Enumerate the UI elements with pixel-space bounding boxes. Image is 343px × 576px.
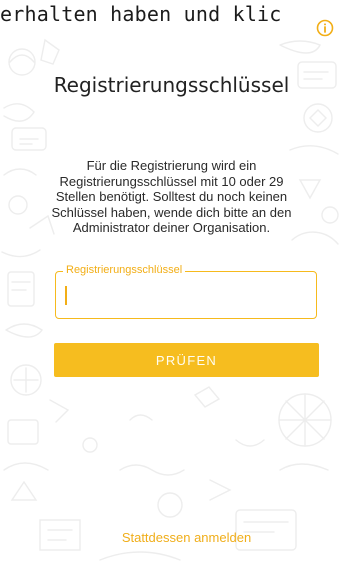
pruefen-button[interactable]: PRÜFEN [54, 343, 319, 377]
registration-key-field[interactable]: Registrierungsschlüssel [55, 263, 317, 319]
page-title: Registrierungsschlüssel [53, 73, 290, 97]
registration-key-label: Registrierungsschlüssel [63, 263, 186, 277]
alt-login-link[interactable]: Stattdessen anmelden [0, 530, 343, 545]
banner-text: erhalten haben und klic [0, 2, 282, 26]
registration-description: Für die Registrierung wird ein Registrie… [51, 158, 292, 235]
top-instruction-banner: erhalten haben und klic [0, 0, 343, 42]
text-caret [65, 286, 67, 305]
registration-key-input[interactable] [64, 285, 304, 305]
info-icon[interactable] [316, 19, 334, 37]
